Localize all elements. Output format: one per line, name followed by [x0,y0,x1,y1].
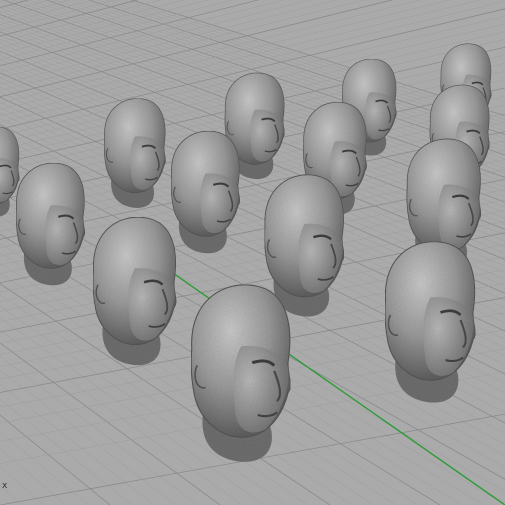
3d-viewport[interactable]: x [0,0,505,505]
axis-label: x [2,481,8,491]
perspective-scene[interactable] [0,0,505,505]
